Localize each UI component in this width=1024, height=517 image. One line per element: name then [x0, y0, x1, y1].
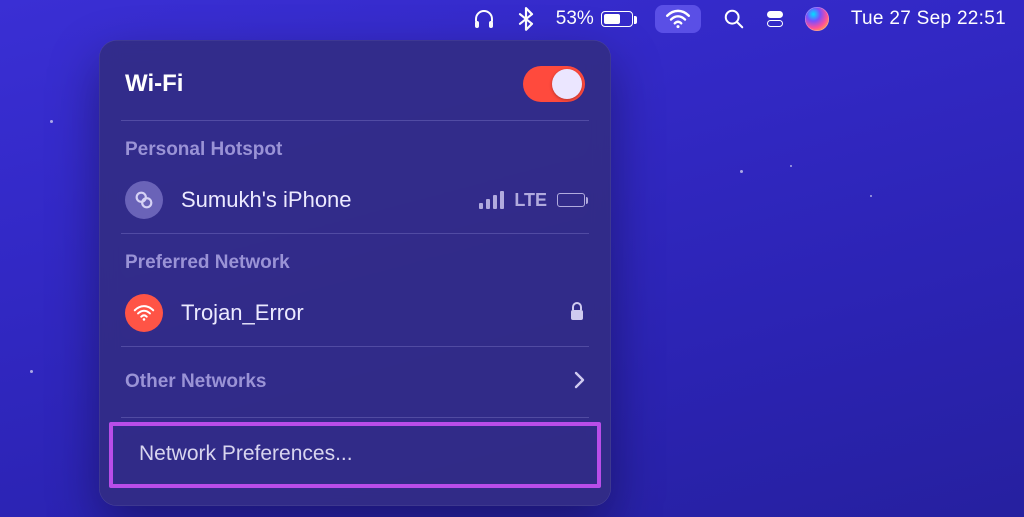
battery-status[interactable]: 53% — [556, 8, 633, 30]
menubar: 53% Tue 27 Sep 22:51 — [0, 0, 1024, 38]
wifi-toggle[interactable] — [523, 66, 585, 102]
divider — [121, 233, 589, 234]
wifi-dropdown-panel: Wi-Fi Personal Hotspot Sumukh's iPhone L… — [99, 40, 611, 506]
other-networks-label: Other Networks — [125, 371, 266, 393]
desktop-star — [740, 170, 743, 173]
cellular-bars-icon — [479, 191, 504, 209]
headphones-icon[interactable] — [472, 7, 496, 31]
siri-icon[interactable] — [805, 7, 829, 31]
network-preferences-highlight: Network Preferences... — [109, 422, 601, 488]
desktop-star — [50, 120, 53, 123]
desktop-star — [790, 165, 792, 167]
wifi-title: Wi-Fi — [125, 70, 183, 98]
bluetooth-icon[interactable] — [518, 7, 534, 31]
hotspot-battery-icon — [557, 193, 585, 207]
network-preferences-label: Network Preferences... — [139, 442, 353, 465]
network-preferences-item[interactable]: Network Preferences... — [113, 426, 597, 484]
control-center-icon[interactable] — [767, 11, 783, 27]
battery-fill — [604, 14, 620, 24]
desktop-star — [30, 370, 33, 373]
hotspot-name: Sumukh's iPhone — [181, 187, 352, 213]
battery-icon — [601, 11, 633, 27]
battery-percent-label: 53% — [556, 8, 594, 30]
divider — [121, 417, 589, 418]
hotspot-signal-group: LTE — [479, 190, 585, 211]
lock-icon — [569, 301, 585, 326]
cellular-type-label: LTE — [514, 190, 547, 211]
wifi-toggle-knob — [552, 69, 582, 99]
divider — [121, 120, 589, 121]
menubar-datetime[interactable]: Tue 27 Sep 22:51 — [851, 8, 1006, 30]
preferred-network-name: Trojan_Error — [181, 300, 304, 326]
divider — [121, 346, 589, 347]
desktop-star — [870, 195, 872, 197]
wifi-menubar-button[interactable] — [655, 5, 701, 33]
spotlight-search-icon[interactable] — [723, 8, 745, 30]
hotspot-icon — [125, 181, 163, 219]
section-preferred-header: Preferred Network — [99, 238, 611, 284]
preferred-network-item[interactable]: Trojan_Error — [99, 284, 611, 342]
section-hotspot-header: Personal Hotspot — [99, 125, 611, 171]
hotspot-item[interactable]: Sumukh's iPhone LTE — [99, 171, 611, 229]
chevron-right-icon — [573, 369, 585, 395]
wifi-network-icon — [125, 294, 163, 332]
other-networks-row[interactable]: Other Networks — [99, 351, 611, 413]
wifi-header-row: Wi-Fi — [99, 54, 611, 116]
